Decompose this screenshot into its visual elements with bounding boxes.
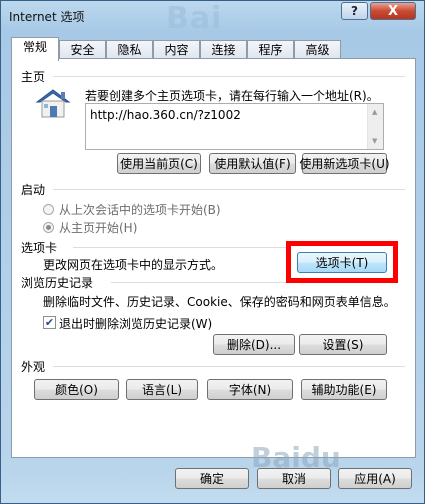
tab-security[interactable]: 安全 xyxy=(59,40,106,60)
homepage-description: 若要创建多个主页选项卡，请在每行输入一个地址(R)。 xyxy=(85,89,379,103)
colors-button[interactable]: 颜色(O) xyxy=(34,379,119,400)
window-title: Internet 选项 xyxy=(9,10,85,24)
appearance-group-label: 外观 xyxy=(21,360,46,374)
title-bar[interactable]: Internet 选项 Bai ? X xyxy=(1,1,424,36)
startup-homepage-label[interactable]: 从主页开始(H) xyxy=(59,219,137,236)
tab-general[interactable]: 常规 xyxy=(11,37,59,61)
homepage-url-value: http://hao.360.cn/?z1002 xyxy=(90,108,241,122)
history-settings-button[interactable]: 设置(S) xyxy=(299,334,387,355)
homepage-group-label: 主页 xyxy=(21,70,46,84)
languages-button[interactable]: 语言(L) xyxy=(126,379,198,400)
startup-homepage-radio[interactable] xyxy=(43,222,54,233)
apply-button[interactable]: 应用(A) xyxy=(338,468,412,489)
startup-group-label: 启动 xyxy=(21,183,46,197)
use-default-button[interactable]: 使用默认值(F) xyxy=(209,153,296,174)
startup-last-session-label[interactable]: 从上次会话中的选项卡开始(B) xyxy=(59,201,221,218)
use-current-button[interactable]: 使用当前页(C) xyxy=(117,153,201,174)
tab-programs[interactable]: 程序 xyxy=(247,40,294,60)
url-input-scrollbar[interactable]: ▲ ▼ xyxy=(367,104,383,149)
tab-strip: 常规 安全 隐私 内容 连接 程序 高级 xyxy=(11,37,411,61)
tabs-group-label: 选项卡 xyxy=(21,241,58,255)
delete-on-exit-checkbox[interactable]: ✔ xyxy=(43,316,56,329)
group-divider xyxy=(53,189,405,190)
accessibility-button[interactable]: 辅助功能(E) xyxy=(301,379,387,400)
tab-content[interactable]: 内容 xyxy=(153,40,200,60)
startup-last-session-radio[interactable] xyxy=(43,204,54,215)
close-button[interactable]: X xyxy=(370,2,416,20)
cancel-button[interactable]: 取消 xyxy=(257,468,331,489)
ok-button[interactable]: 确定 xyxy=(175,468,249,489)
homepage-url-input[interactable]: http://hao.360.cn/?z1002 ▲ ▼ xyxy=(85,103,384,150)
help-button[interactable]: ? xyxy=(341,2,368,20)
tab-connections[interactable]: 连接 xyxy=(200,40,247,60)
tabs-description: 更改网页在选项卡中的显示方式。 xyxy=(43,258,224,272)
group-divider xyxy=(53,366,405,367)
delete-history-button[interactable]: 删除(D)... xyxy=(213,334,295,355)
red-highlight-box xyxy=(286,241,398,283)
scroll-up-icon[interactable]: ▲ xyxy=(372,108,377,116)
tab-advanced[interactable]: 高级 xyxy=(294,40,341,60)
group-divider xyxy=(73,247,287,248)
history-description: 删除临时文件、历史记录、Cookie、保存的密码和网页表单信息。 xyxy=(43,295,396,309)
use-new-tab-button[interactable]: 使用新选项卡(U) xyxy=(299,153,390,174)
group-divider xyxy=(111,282,286,283)
group-divider xyxy=(53,76,405,77)
delete-on-exit-label[interactable]: 退出时删除浏览历史记录(W) xyxy=(59,315,212,332)
tab-privacy[interactable]: 隐私 xyxy=(106,40,153,60)
fonts-button[interactable]: 字体(N) xyxy=(207,379,293,400)
house-icon xyxy=(35,89,71,118)
history-group-label: 浏览历史记录 xyxy=(21,276,94,290)
internet-options-dialog: Internet 选项 Bai ? X 常规 安全 隐私 内容 连接 程序 高级… xyxy=(0,0,425,504)
watermark: Bai xyxy=(166,1,223,36)
scroll-down-icon[interactable]: ▼ xyxy=(372,137,377,145)
